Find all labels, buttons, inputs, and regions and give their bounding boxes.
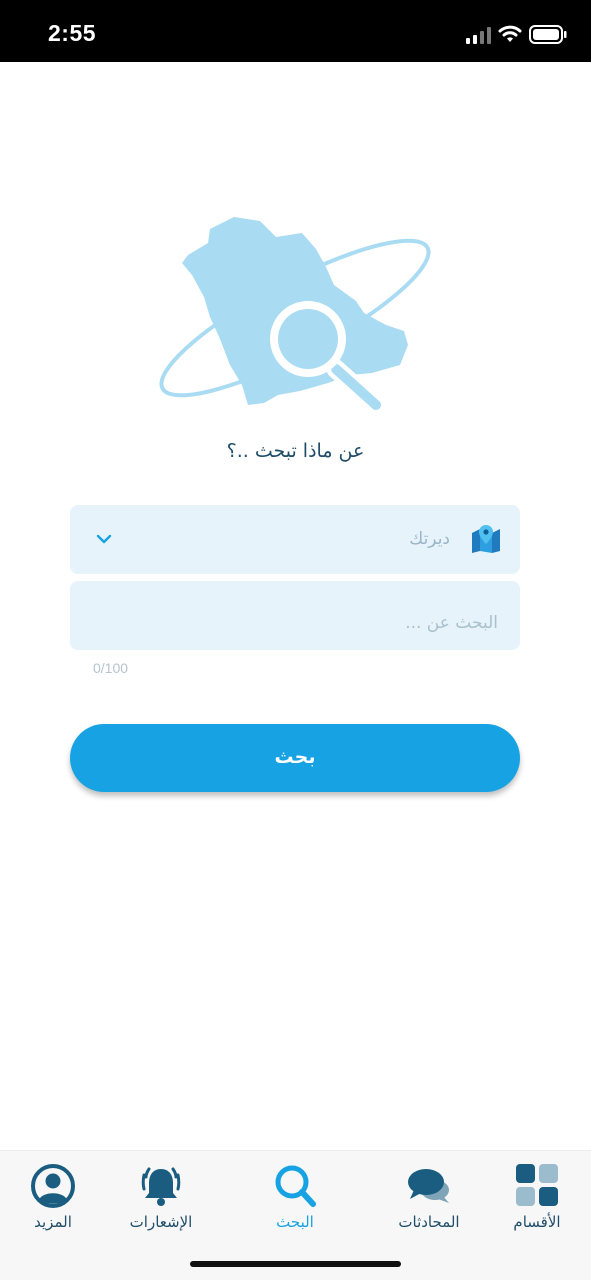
tab-label: الإشعارات: [129, 1213, 193, 1231]
query-box: [70, 581, 520, 650]
tab-label: المزيد: [34, 1213, 72, 1231]
city-select[interactable]: ديرتك: [70, 505, 520, 574]
tab-categories[interactable]: الأقسام: [482, 1163, 591, 1233]
chevron-down-icon[interactable]: [96, 533, 112, 545]
tab-chats[interactable]: المحادثات: [374, 1163, 484, 1233]
tab-more[interactable]: المزيد: [0, 1163, 108, 1233]
tab-search[interactable]: البحث: [240, 1163, 350, 1233]
bell-icon: [141, 1167, 181, 1206]
search-input[interactable]: [70, 581, 520, 650]
wifi-icon: [498, 25, 522, 42]
tab-label: البحث: [276, 1213, 314, 1231]
character-counter: 0/100: [93, 660, 129, 676]
chat-icon: [408, 1169, 449, 1203]
search-icon: [275, 1165, 316, 1207]
city-select-placeholder: ديرتك: [409, 529, 450, 549]
search-prompt: عن ماذا تبحث ..؟: [226, 440, 365, 462]
saudi-map-search-illustration: [159, 217, 431, 415]
status-bar: 2:55: [0, 0, 591, 62]
search-button[interactable]: بحث: [70, 724, 520, 792]
status-time: 2:55: [48, 20, 97, 46]
grid-icon: [516, 1164, 558, 1206]
battery-icon: [529, 25, 567, 44]
tab-label: الأقسام: [513, 1213, 561, 1231]
home-indicator[interactable]: [190, 1261, 401, 1267]
profile-icon: [31, 1164, 75, 1208]
tab-label: المحادثات: [398, 1213, 460, 1231]
tab-notifications[interactable]: الإشعارات: [106, 1163, 216, 1233]
map-pin-icon: [472, 525, 500, 553]
cellular-signal-icon: [466, 27, 491, 44]
